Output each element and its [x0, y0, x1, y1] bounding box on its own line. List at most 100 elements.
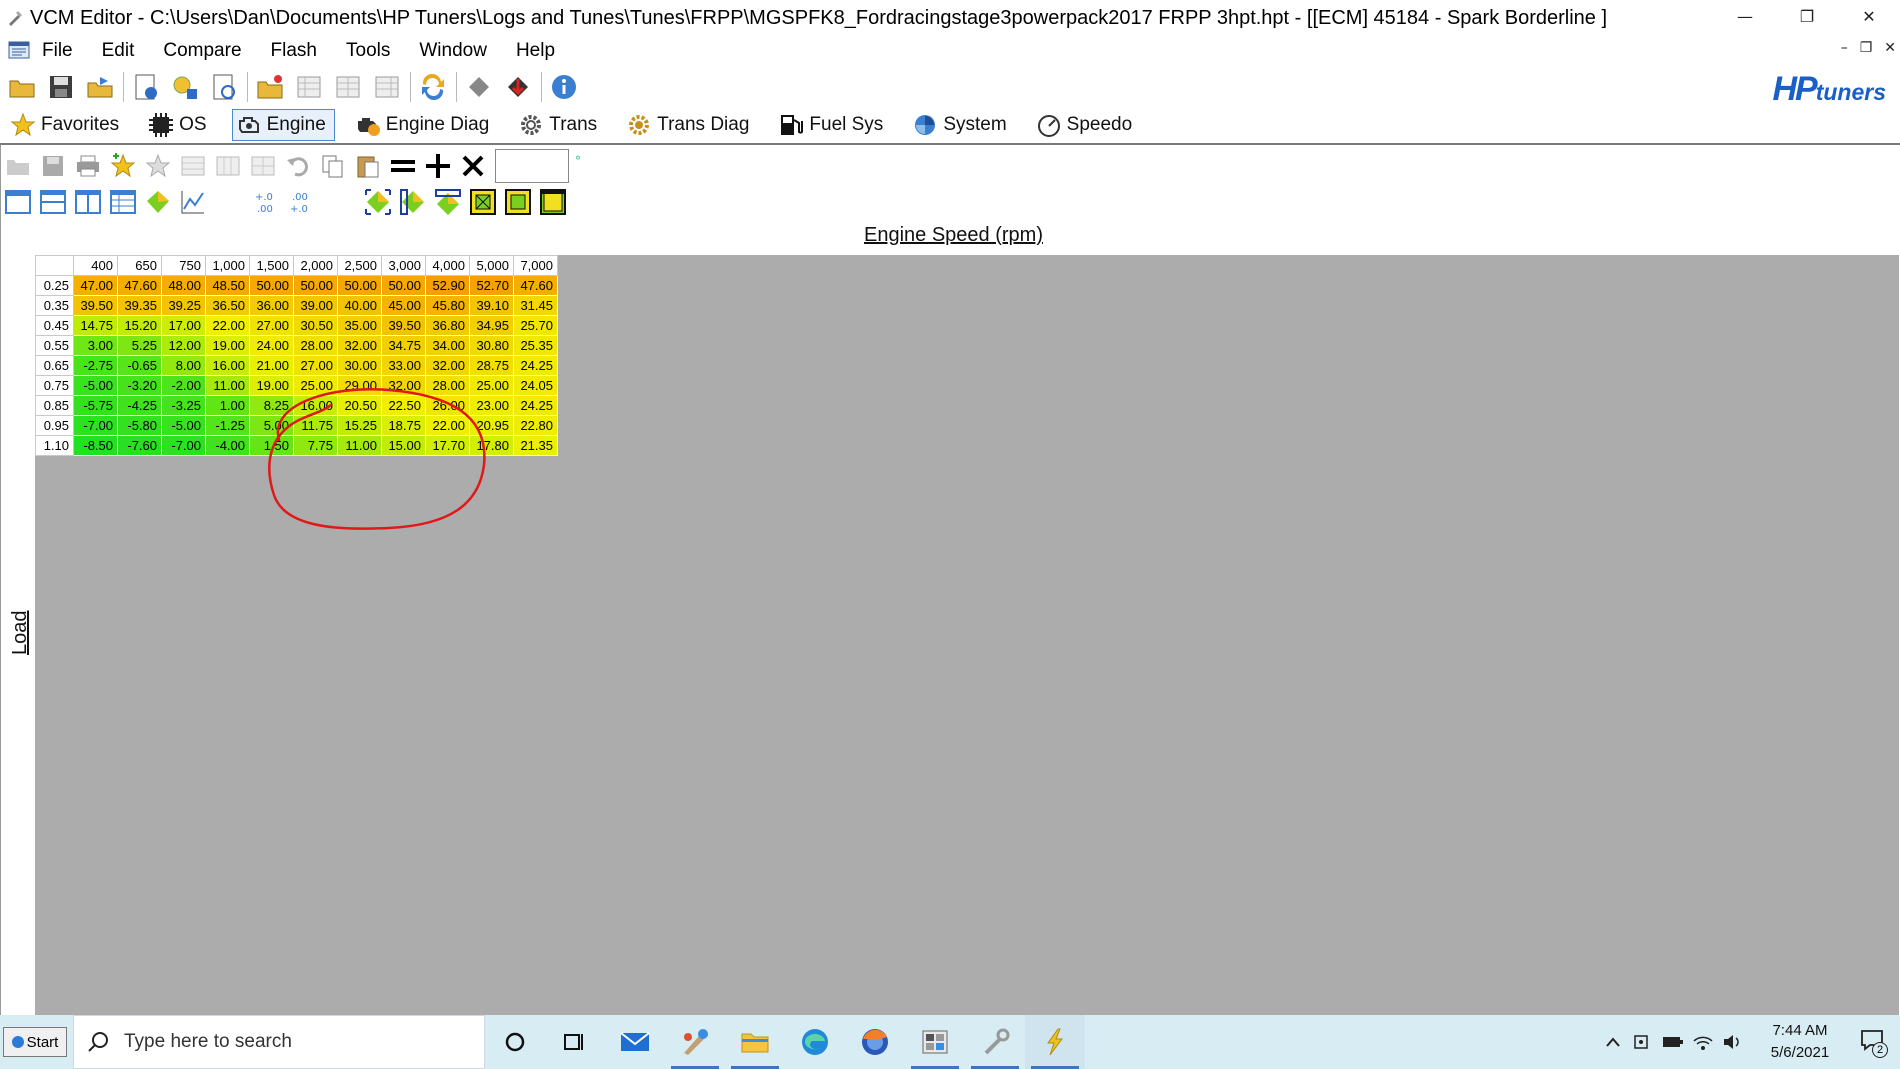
battery-icon[interactable] [1658, 1027, 1688, 1057]
table-cell[interactable]: 25.00 [293, 375, 338, 396]
table-cell[interactable]: 48.00 [161, 275, 206, 296]
paste-icon[interactable] [353, 151, 383, 181]
mdi-close-button[interactable]: ✕ [1884, 40, 1896, 56]
3d-surface-icon[interactable] [143, 187, 173, 217]
table-view-icon[interactable] [178, 151, 208, 181]
table-cell[interactable]: -4.00 [205, 435, 250, 456]
info-icon[interactable] [548, 71, 580, 103]
table-cell[interactable]: 39.00 [293, 295, 338, 316]
row-header[interactable]: 0.95 [35, 415, 74, 436]
table-cell[interactable]: 31.45 [513, 295, 558, 316]
select-column-icon[interactable] [433, 187, 463, 217]
table-cell[interactable]: -0.65 [117, 355, 162, 376]
save-icon[interactable] [38, 151, 68, 181]
paint-icon[interactable] [665, 1015, 725, 1069]
tab-engine-diag[interactable]: Engine Diag [351, 109, 499, 141]
open-folder-icon[interactable] [6, 71, 38, 103]
table-cell[interactable]: 36.80 [425, 315, 470, 336]
table-cell[interactable]: -4.25 [117, 395, 162, 416]
clock[interactable]: 7:44 AM 5/6/2021 [1754, 1020, 1846, 1064]
table-grid-icon[interactable] [108, 187, 138, 217]
vehicle-info-icon[interactable] [169, 71, 201, 103]
split-vertical-icon[interactable] [73, 187, 103, 217]
column-header[interactable]: 650 [117, 255, 162, 276]
table-cell[interactable]: 11.75 [293, 415, 338, 436]
row-header[interactable]: 0.35 [35, 295, 74, 316]
tab-system[interactable]: System [908, 109, 1015, 141]
tab-engine[interactable]: Engine [231, 109, 335, 141]
table-cell[interactable]: 25.00 [469, 375, 514, 396]
table-cell[interactable]: 39.35 [117, 295, 162, 316]
table-cell[interactable]: 1.50 [249, 435, 294, 456]
table-cell[interactable]: 7.75 [293, 435, 338, 456]
menu-file[interactable]: File [42, 40, 73, 62]
task-view-icon[interactable] [545, 1015, 605, 1069]
graph-icon[interactable] [178, 187, 208, 217]
table-cell[interactable]: -5.80 [117, 415, 162, 436]
table-cell[interactable]: 24.25 [513, 355, 558, 376]
decrease-precision-icon[interactable]: .00 +.0 [288, 187, 318, 217]
search-box[interactable]: Type here to search [73, 1015, 485, 1069]
table-cell[interactable]: 17.00 [161, 315, 206, 336]
row-header[interactable]: 0.65 [35, 355, 74, 376]
row-header[interactable]: 1.10 [35, 435, 74, 456]
table-cell[interactable]: 5.25 [117, 335, 162, 356]
write-vehicle-icon[interactable] [502, 71, 534, 103]
table-cell[interactable]: 15.20 [117, 315, 162, 336]
set-equal-icon[interactable] [388, 151, 418, 181]
table-cell[interactable]: 32.00 [381, 375, 426, 396]
table-cell[interactable]: 50.00 [381, 275, 426, 296]
table-cell[interactable]: 17.70 [425, 435, 470, 456]
multiply-icon[interactable] [458, 151, 488, 181]
table-cell[interactable]: 32.00 [425, 355, 470, 376]
operation-value-input[interactable] [495, 149, 569, 183]
table-cell[interactable]: -7.00 [73, 415, 118, 436]
table-cell[interactable]: 30.00 [337, 355, 382, 376]
select-inner-icon[interactable] [503, 187, 533, 217]
table-cell[interactable]: -5.00 [73, 375, 118, 396]
table-cell[interactable]: 21.35 [513, 435, 558, 456]
select-row-icon[interactable] [398, 187, 428, 217]
column-header[interactable]: 7,000 [513, 255, 558, 276]
undo-icon[interactable] [283, 151, 313, 181]
tab-speedo[interactable]: Speedo [1032, 109, 1142, 141]
table-cell[interactable]: 45.80 [425, 295, 470, 316]
table-cell[interactable]: 18.75 [381, 415, 426, 436]
save-as-icon[interactable] [84, 71, 116, 103]
table-cell[interactable]: 23.00 [469, 395, 514, 416]
table-cell[interactable]: 14.75 [73, 315, 118, 336]
column-header[interactable]: 5,000 [469, 255, 514, 276]
table-cell[interactable]: 50.00 [293, 275, 338, 296]
table-cell[interactable]: 40.00 [337, 295, 382, 316]
table-cell[interactable]: -3.25 [161, 395, 206, 416]
table-cell[interactable]: 24.05 [513, 375, 558, 396]
table-cell[interactable]: 36.00 [249, 295, 294, 316]
column-header[interactable]: 3,000 [381, 255, 426, 276]
copy-icon[interactable] [318, 151, 348, 181]
table-cell[interactable]: 27.00 [249, 315, 294, 336]
table-cell[interactable]: 22.50 [381, 395, 426, 416]
table-cell[interactable]: 16.00 [293, 395, 338, 416]
table-cell[interactable]: 34.75 [381, 335, 426, 356]
select-all-icon[interactable] [363, 187, 393, 217]
mail-icon[interactable] [605, 1015, 665, 1069]
cortana-icon[interactable] [485, 1015, 545, 1069]
chevron-up-icon[interactable] [1598, 1027, 1628, 1057]
restore-button[interactable]: ❐ [1776, 0, 1838, 32]
row-header[interactable]: 0.55 [35, 335, 74, 356]
table-cell[interactable]: 24.00 [249, 335, 294, 356]
firefox-icon[interactable] [845, 1015, 905, 1069]
table-cell[interactable]: 22.80 [513, 415, 558, 436]
table-cell[interactable]: 30.80 [469, 335, 514, 356]
table-cell[interactable]: 5.00 [249, 415, 294, 436]
table-cell[interactable]: 11.00 [337, 435, 382, 456]
table-cell[interactable]: -8.50 [73, 435, 118, 456]
tab-trans-diag[interactable]: Trans Diag [622, 109, 758, 141]
table-cell[interactable]: 16.00 [205, 355, 250, 376]
table-cell[interactable]: 3.00 [73, 335, 118, 356]
table-cell[interactable]: 28.75 [469, 355, 514, 376]
row-header[interactable]: 0.85 [35, 395, 74, 416]
table-cell[interactable]: 47.00 [73, 275, 118, 296]
tune-info-icon[interactable] [208, 71, 240, 103]
notification-center[interactable]: 2 [1852, 1022, 1892, 1062]
